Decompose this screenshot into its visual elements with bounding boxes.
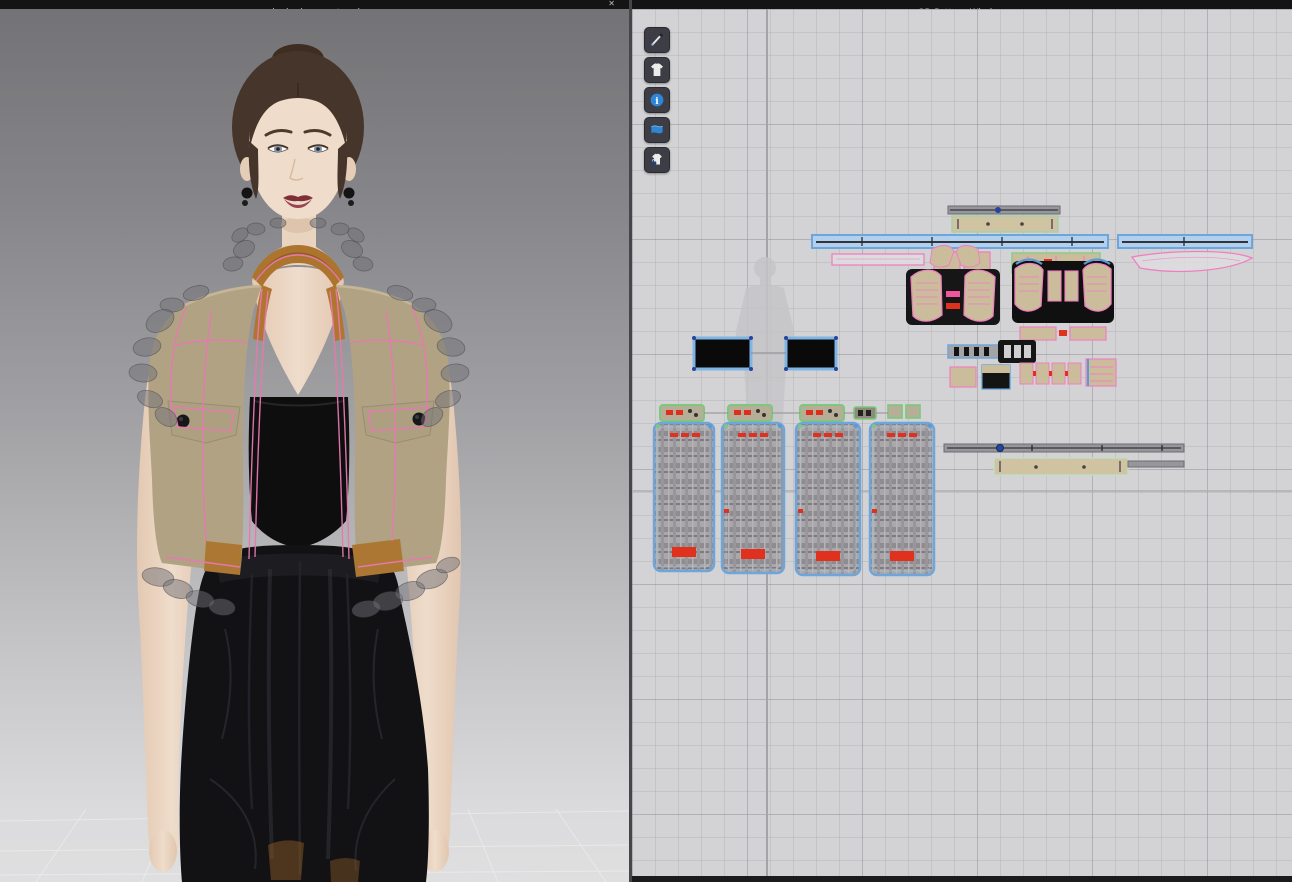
tool-garment-display[interactable] <box>644 57 670 83</box>
denim-panel-4 <box>868 421 936 577</box>
tool-edit-pattern[interactable] <box>644 27 670 53</box>
pattern-layout <box>632 9 1292 876</box>
3d-garment-panel: denim lace vest.zprj ✕ <box>0 0 629 882</box>
avatar-3d-render <box>0 44 629 882</box>
pattern-bodice-back-cluster[interactable] <box>1012 258 1114 341</box>
2d-window-titlebar[interactable]: 2D Pattern Window <box>632 0 1292 9</box>
2d-toolbar: i <box>644 27 670 173</box>
fabric-swatch-icon <box>651 125 663 134</box>
tool-garment-lock[interactable] <box>644 147 670 173</box>
pattern-strap-top[interactable] <box>947 205 1061 233</box>
pattern-mid-small-pieces[interactable] <box>947 340 1117 390</box>
avatar <box>128 44 470 882</box>
3d-viewport[interactable] <box>0 9 629 882</box>
pen-tool-icon <box>651 33 663 46</box>
avatar-button-left <box>176 414 190 428</box>
pattern-belt-strips[interactable] <box>943 443 1185 476</box>
avatar-earring-left <box>241 187 253 199</box>
3d-window-titlebar[interactable]: denim lace vest.zprj ✕ <box>0 0 629 9</box>
2d-pattern-panel: 2D Pattern Window <box>629 0 1292 882</box>
avatar-earring-right <box>343 187 355 199</box>
denim-panel-1 <box>652 421 716 573</box>
close-icon[interactable]: ✕ <box>608 0 615 9</box>
2d-pattern-canvas[interactable]: i <box>632 9 1292 876</box>
denim-panel-2 <box>720 421 786 575</box>
pattern-waistband-small-pieces[interactable] <box>659 404 921 422</box>
tshirt-lock-icon <box>651 153 662 166</box>
2d-bottom-bar <box>632 876 1292 882</box>
svg-text:i: i <box>655 97 659 107</box>
tool-pattern-information[interactable]: i <box>644 87 670 113</box>
tshirt-icon <box>651 63 663 76</box>
tool-fabric[interactable] <box>644 117 670 143</box>
pattern-denim-panels[interactable] <box>652 421 936 577</box>
garment-design-workspace: denim lace vest.zprj ✕ <box>0 0 1292 882</box>
pattern-yoke-bands[interactable] <box>811 234 1253 249</box>
info-icon: i <box>650 93 664 107</box>
denim-panel-3 <box>794 421 862 577</box>
avatar-crop-top <box>248 397 350 547</box>
